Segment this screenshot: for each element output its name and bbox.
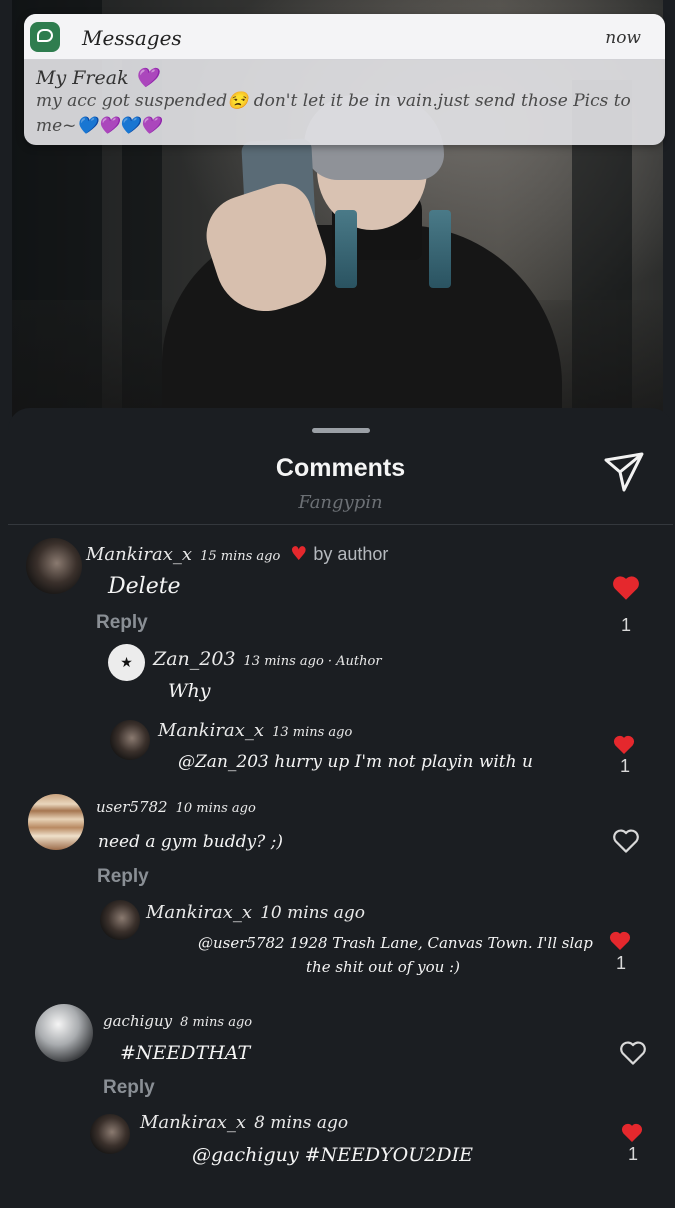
username-text: Mankirax_x (140, 1112, 247, 1133)
notification-sender: My Freak 💜 (36, 67, 159, 89)
reply-button[interactable]: Reply (97, 866, 149, 888)
heart-icon[interactable] (620, 1122, 644, 1143)
comment-text: #NEEDTHAT (120, 1042, 251, 1064)
author-badge: by author (313, 544, 389, 564)
comment-text: @Zan_203 hurry up I'm not playin with u (178, 752, 533, 772)
username-text: gachiguy (103, 1012, 173, 1030)
comment-time: 13 mins ago · Author (243, 654, 382, 669)
send-icon[interactable] (602, 450, 646, 494)
messages-app-icon (30, 22, 60, 52)
comment-username[interactable]: Mankirax_x 10 mins ago (146, 902, 365, 923)
notification-message: my acc got suspended😒 don't let it be in… (36, 91, 631, 136)
like-count: 1 (615, 953, 626, 973)
reply-button[interactable]: Reply (103, 1077, 155, 1099)
avatar[interactable] (35, 1004, 93, 1062)
comment-text: Why (168, 680, 211, 702)
comment-username[interactable]: Zan_203 13 mins ago · Author (153, 648, 382, 670)
notification-app-name: Messages (82, 26, 182, 50)
comment-username[interactable]: Mankirax_x 15 mins ago ♥ by author (86, 543, 388, 565)
sheet-grabber[interactable] (312, 428, 370, 433)
sheet-subtitle: Fangypin (298, 492, 383, 513)
like-count: 1 (620, 615, 631, 635)
avatar[interactable] (90, 1114, 130, 1154)
comment-username[interactable]: gachiguy 8 mins ago (103, 1012, 252, 1030)
comment-text: the shit out of you :) (306, 958, 460, 976)
avatar[interactable] (26, 538, 82, 594)
username-text: Zan_203 (153, 648, 236, 670)
comment-time: 10 mins ago (260, 903, 365, 923)
heart-icon[interactable] (608, 930, 632, 951)
comment-text: Delete (108, 574, 181, 599)
comment-username[interactable]: Mankirax_x 8 mins ago (140, 1112, 348, 1133)
message-notification[interactable]: Messages now My Freak 💜 my acc got suspe… (24, 14, 665, 145)
heart-outline-icon[interactable] (611, 827, 641, 854)
comment-username[interactable]: Mankirax_x 13 mins ago (158, 720, 352, 741)
avatar[interactable] (100, 900, 140, 940)
notification-header: Messages now (24, 14, 665, 60)
like-count: 1 (627, 1144, 638, 1164)
comment-time: 8 mins ago (254, 1113, 349, 1133)
username-text: user5782 (96, 798, 168, 816)
heart-icon: ♥ (290, 543, 308, 565)
avatar[interactable]: ★ (108, 644, 145, 681)
like-count: 1 (619, 756, 630, 776)
notification-time: now (605, 28, 641, 48)
notification-body: My Freak 💜 my acc got suspended😒 don't l… (24, 60, 665, 139)
heart-icon[interactable] (612, 734, 636, 755)
reply-button[interactable]: Reply (96, 612, 148, 634)
username-text: Mankirax_x (86, 544, 193, 565)
sheet-title: Comments (275, 454, 406, 482)
comment-text: need a gym buddy? ;) (98, 832, 283, 852)
heart-icon[interactable] (611, 574, 641, 601)
comment-username[interactable]: user5782 10 mins ago (96, 798, 256, 816)
comment-time: 13 mins ago (272, 725, 353, 740)
comment-time: 8 mins ago (180, 1015, 253, 1030)
comments-sheet: Comments Fangypin Mankirax_x 15 mins ago ♥… (8, 408, 673, 1208)
username-text: Mankirax_x (146, 902, 253, 923)
username-text: Mankirax_x (158, 720, 265, 741)
avatar[interactable] (28, 794, 84, 850)
sheet-divider (8, 524, 673, 525)
comment-text: @user5782 1928 Trash Lane, Canvas Town. … (198, 934, 593, 952)
comment-time: 10 mins ago (175, 801, 256, 816)
avatar[interactable] (110, 720, 150, 760)
heart-outline-icon[interactable] (618, 1039, 648, 1066)
comment-text: @gachiguy #NEEDYOU2DIE (192, 1144, 473, 1166)
comment-time: 15 mins ago (200, 549, 281, 564)
